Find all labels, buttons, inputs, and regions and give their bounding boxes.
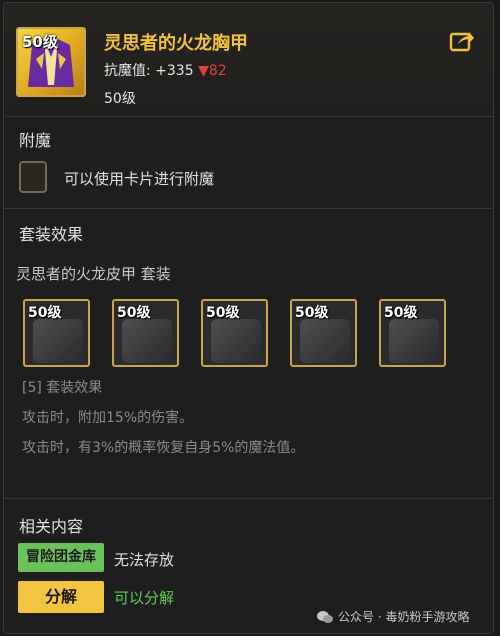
set-piece-level: 50级 xyxy=(206,305,240,321)
helmet-icon xyxy=(33,319,83,363)
decompose-value: 可以分解 xyxy=(114,589,175,607)
share-button[interactable] xyxy=(449,29,475,53)
item-name: 灵思者的火龙胸甲 xyxy=(104,33,248,54)
set-piece-shoulder[interactable]: 50级 xyxy=(201,299,268,367)
chest-armor-icon: 50级 xyxy=(16,27,86,97)
shoulder-icon xyxy=(211,319,261,363)
item-tooltip-panel: 50级 灵思者的火龙胸甲 抗魔值: +335 ▼82 50级 附魔 可以使用卡片… xyxy=(3,2,494,634)
enchant-card-slot[interactable] xyxy=(19,161,47,193)
divider xyxy=(4,208,493,209)
set-piece-level: 50级 xyxy=(295,305,329,321)
item-header: 50级 灵思者的火龙胸甲 抗魔值: +335 ▼82 50级 xyxy=(4,3,493,115)
pants-icon xyxy=(122,319,172,363)
item-level-text: 50级 xyxy=(104,91,136,107)
set-effect-line: 攻击时，有3%的概率恢复自身5%的魔法值。 xyxy=(22,440,305,456)
watermark-text: 公众号 · 毒奶粉手游攻略 xyxy=(338,610,470,624)
enchant-hint: 可以使用卡片进行附魔 xyxy=(64,170,215,188)
set-effect-header: [5] 套装效果 xyxy=(22,380,103,396)
wechat-icon xyxy=(317,610,333,623)
item-level-badge: 50级 xyxy=(22,33,58,51)
set-piece-level: 50级 xyxy=(117,305,151,321)
set-piece-level: 50级 xyxy=(384,305,418,321)
boots-icon xyxy=(389,319,439,363)
decompose-button[interactable]: 分解 xyxy=(18,581,104,613)
share-icon xyxy=(449,32,474,52)
divider xyxy=(4,498,493,499)
stat-down-value: 82 xyxy=(208,63,227,79)
set-piece-belt[interactable]: 50级 xyxy=(290,299,357,367)
watermark: 公众号 · 毒奶粉手游攻略 xyxy=(316,608,469,625)
set-piece-boots[interactable]: 50级 xyxy=(379,299,446,367)
storage-tag: 冒险团金库 xyxy=(18,543,104,572)
set-piece-pants[interactable]: 50级 xyxy=(112,299,179,367)
stat-value: +335 xyxy=(155,63,194,79)
set-piece-level: 50级 xyxy=(28,305,62,321)
stat-label: 抗魔值: xyxy=(104,63,151,79)
belt-icon xyxy=(300,319,350,363)
set-section-title: 套装效果 xyxy=(19,225,84,244)
set-effect-line: 攻击时，附加15%的伤害。 xyxy=(22,410,194,426)
enchant-section-title: 附魔 xyxy=(19,131,52,150)
set-piece-helmet[interactable]: 50级 xyxy=(23,299,90,367)
storage-value: 无法存放 xyxy=(114,551,175,569)
stat-down-arrow-icon: ▼ xyxy=(198,63,209,79)
divider xyxy=(4,116,493,117)
stat-line: 抗魔值: +335 ▼82 xyxy=(104,60,227,80)
set-name: 灵思者的火龙皮甲 套装 xyxy=(16,265,171,283)
related-section-title: 相关内容 xyxy=(19,517,84,536)
